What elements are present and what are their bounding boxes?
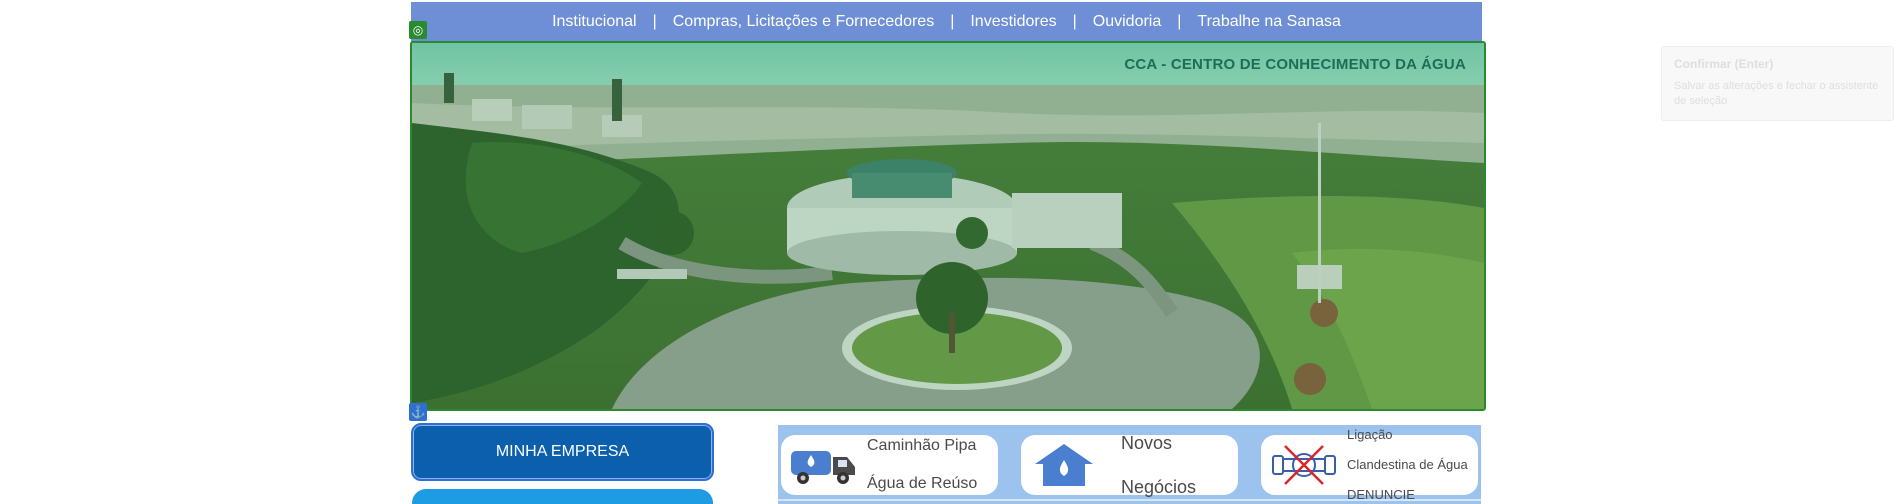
page: Institucional | Compras, Licitações e Fo… xyxy=(0,0,1894,504)
card-label: Ligação Clandestina de Água DENUNCIE xyxy=(1347,427,1468,502)
nav-separator: | xyxy=(950,13,955,30)
nav-investidores[interactable]: Investidores xyxy=(960,13,1066,31)
nav-separator: | xyxy=(1177,13,1182,30)
clandestine-pipe-icon xyxy=(1269,441,1339,489)
minha-empresa-button[interactable]: MINHA EMPRESA xyxy=(411,423,714,481)
hero-banner[interactable]: CCA - CENTRO DE CONHECIMENTO DA ÁGUA xyxy=(410,41,1486,411)
card-label: Novos Negócios xyxy=(1121,432,1197,497)
water-truck-icon xyxy=(789,441,859,489)
tooltip-title: Confirmar (Enter) xyxy=(1674,57,1774,71)
hero-photo xyxy=(412,43,1484,409)
card-label: Caminhão Pipa Água de Reúso xyxy=(867,437,978,492)
nav-trabalhe[interactable]: Trabalhe na Sanasa xyxy=(1187,13,1351,31)
nav-separator: | xyxy=(652,13,657,30)
house-drop-icon xyxy=(1029,441,1099,489)
nav-separator: | xyxy=(1072,13,1077,30)
target-icon[interactable]: ◎ xyxy=(409,21,427,39)
card-caminhao-pipa[interactable]: Caminhão Pipa Água de Reúso xyxy=(781,434,998,495)
tooltip-description: Salvar as alterações e fechar o assisten… xyxy=(1674,80,1879,107)
nav-ouvidoria[interactable]: Ouvidoria xyxy=(1083,13,1171,31)
anchor-icon[interactable]: ⚓ xyxy=(409,403,427,421)
top-nav: Institucional | Compras, Licitações e Fo… xyxy=(411,2,1482,42)
secondary-button-partial[interactable] xyxy=(412,489,713,504)
nav-institucional[interactable]: Institucional xyxy=(542,13,647,31)
nav-compras[interactable]: Compras, Licitações e Fornecedores xyxy=(663,13,944,31)
card-ligacao-clandestina[interactable]: Ligação Clandestina de Água DENUNCIE xyxy=(1261,427,1478,502)
hero-caption: CCA - CENTRO DE CONHECIMENTO DA ÁGUA xyxy=(1124,56,1466,73)
card-novos-negocios[interactable]: Novos Negócios xyxy=(1021,433,1238,497)
services-strip: Caminhão Pipa Água de Reúso Novos Negóci… xyxy=(778,425,1481,504)
confirm-tooltip: Confirmar (Enter) Salvar as alterações e… xyxy=(1661,46,1894,121)
